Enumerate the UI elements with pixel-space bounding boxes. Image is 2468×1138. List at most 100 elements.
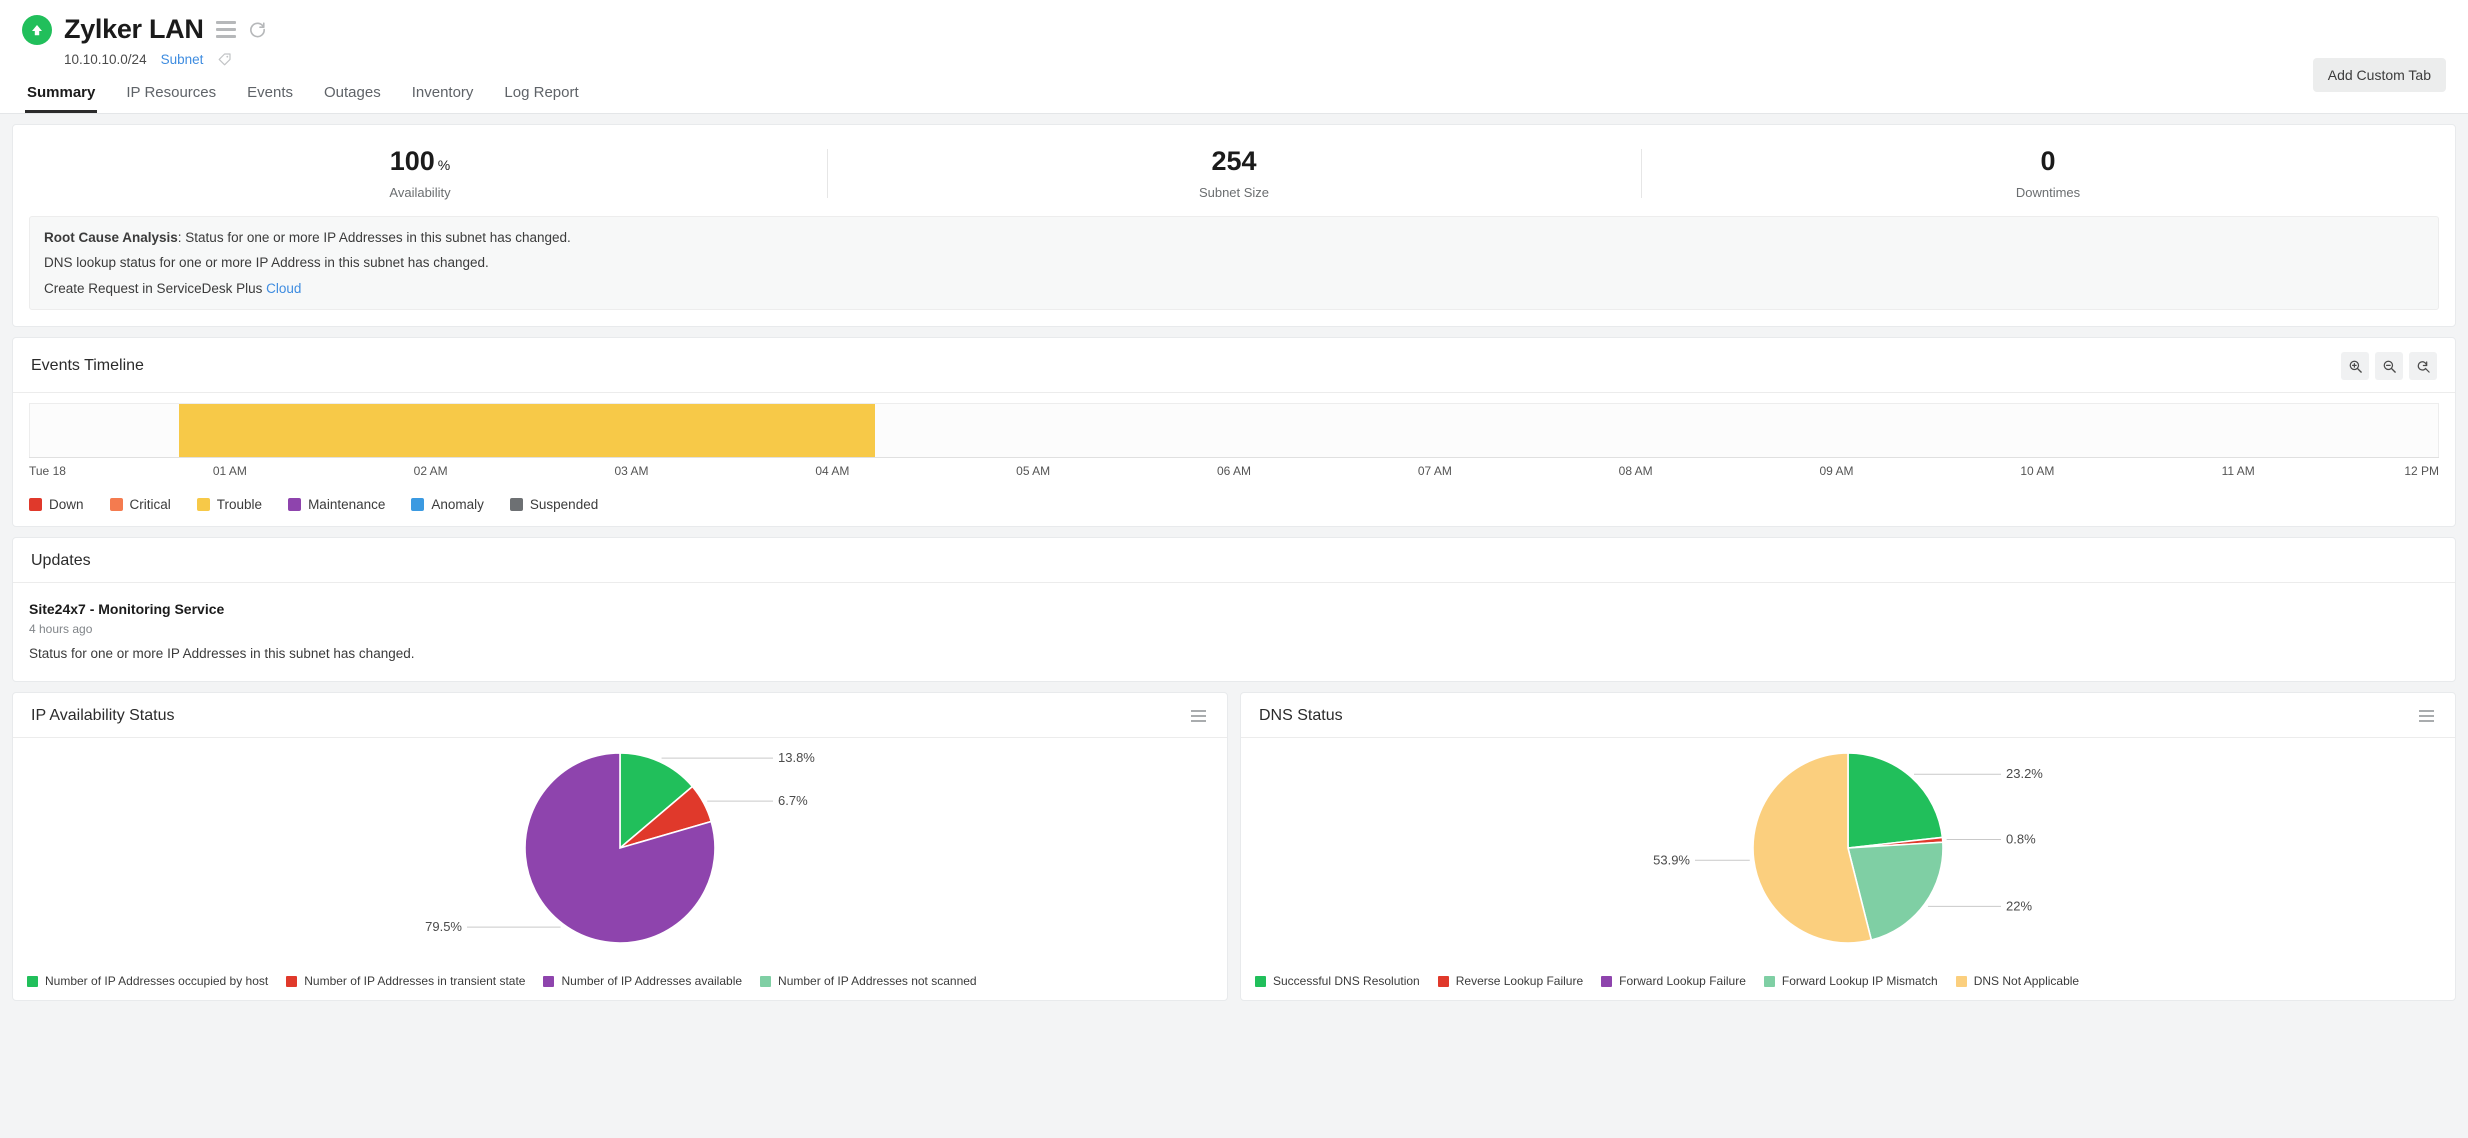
zoom-out-icon[interactable] xyxy=(2375,352,2403,381)
legend-item[interactable]: Forward Lookup Failure xyxy=(1601,974,1746,988)
tab-inventory[interactable]: Inventory xyxy=(410,80,476,113)
up-arrow-status-icon xyxy=(22,14,52,45)
pie-slice-label: 22% xyxy=(2006,899,2032,914)
legend-label: Successful DNS Resolution xyxy=(1273,974,1420,989)
list-item: Site24x7 - Monitoring Service 4 hours ag… xyxy=(29,601,2439,661)
pie-slice-label: 79.5% xyxy=(425,919,462,934)
legend-label: Number of IP Addresses occupied by host xyxy=(45,974,269,989)
legend-label: Number of IP Addresses available xyxy=(561,974,743,989)
ip-availability-legend: Number of IP Addresses occupied by host N… xyxy=(13,970,1227,1000)
tab-log-report[interactable]: Log Report xyxy=(502,80,580,113)
title-row: Zylker LAN xyxy=(22,14,2446,45)
legend-item[interactable]: Number of IP Addresses available xyxy=(543,974,742,988)
root-cause-analysis-box: Root Cause Analysis: Status for one or m… xyxy=(29,215,2439,311)
legend-swatch xyxy=(288,498,302,512)
tab-events[interactable]: Events xyxy=(245,80,295,113)
rca-line-3: Create Request in ServiceDesk Plus Cloud xyxy=(44,280,2424,298)
stat-unit: % xyxy=(437,157,451,173)
dns-status-pie[interactable]: 23.2% 0.8% 22% 53.9% xyxy=(1241,738,2455,970)
updates-title: Updates xyxy=(31,552,91,570)
pie-slice-label: 53.9% xyxy=(1653,853,1690,868)
kebab-menu-icon[interactable] xyxy=(2416,707,2437,725)
legend-item-suspended[interactable]: Suspended xyxy=(509,497,598,512)
stat-availability: 100% Availability xyxy=(13,146,827,200)
zoom-in-icon[interactable] xyxy=(2341,352,2369,381)
legend-item-anomaly[interactable]: Anomaly xyxy=(411,497,484,512)
tab-outages[interactable]: Outages xyxy=(322,80,383,113)
legend-item[interactable]: Number of IP Addresses in transient stat… xyxy=(286,974,525,988)
stat-label: Availability xyxy=(389,184,451,200)
legend-item-down[interactable]: Down xyxy=(29,497,84,512)
subnet-info-row: 10.10.10.0/24 Subnet xyxy=(64,51,2446,67)
subnet-type-link[interactable]: Subnet xyxy=(161,52,204,67)
pie-slice[interactable] xyxy=(1847,752,1944,850)
events-timeline-card: Events Timeline Tue 18 01 AM 02 AM 03 AM 04 … xyxy=(12,337,2456,528)
servicedesk-cloud-link[interactable]: Cloud xyxy=(266,281,301,296)
zoom-reset-icon[interactable] xyxy=(2409,352,2437,381)
rca-line-1-text: : Status for one or more IP Addresses in… xyxy=(177,229,571,245)
legend-item[interactable]: Reverse Lookup Failure xyxy=(1437,974,1583,988)
timeline-bar-trouble[interactable] xyxy=(179,404,876,458)
rca-label: Root Cause Analysis xyxy=(44,229,178,245)
legend-swatch xyxy=(760,975,772,987)
ip-availability-header: IP Availability Status xyxy=(13,693,1227,739)
pie-svg: 13.8% 6.7% 79.5% xyxy=(425,750,815,945)
timeline-tick: 08 AM xyxy=(1618,464,1653,479)
stat-value: 100% xyxy=(389,146,451,176)
tab-summary[interactable]: Summary xyxy=(25,80,98,113)
tab-ip-resources[interactable]: IP Resources xyxy=(124,80,218,113)
legend-label: Number of IP Addresses in transient stat… xyxy=(304,974,526,989)
stat-subnet-size: 254 Subnet Size xyxy=(827,146,1641,200)
pie-slice-label: 0.8% xyxy=(2006,832,2036,847)
tag-icon[interactable] xyxy=(217,51,233,67)
legend-item-critical[interactable]: Critical xyxy=(109,497,171,512)
legend-item-maintenance[interactable]: Maintenance xyxy=(288,497,385,512)
dns-status-card: DNS Status 23.2% 0.8% 22% 53.9% Successful … xyxy=(1240,692,2456,1002)
hamburger-menu-icon[interactable] xyxy=(215,19,236,40)
charts-row: IP Availability Status 13.8% 6.7% 79.5% Nu… xyxy=(0,682,2468,1002)
pie-slice-label: 23.2% xyxy=(2006,767,2043,782)
page-title: Zylker LAN xyxy=(64,14,204,44)
add-custom-tab-button[interactable]: Add Custom Tab xyxy=(2312,58,2446,92)
legend-swatch xyxy=(1437,975,1449,987)
timeline-body: Tue 18 01 AM 02 AM 03 AM 04 AM 05 AM 06 AM 07 A… xyxy=(13,393,2455,489)
update-timestamp: 4 hours ago xyxy=(29,622,93,637)
timeline-tick: 11 AM xyxy=(2221,464,2255,479)
legend-label: Anomaly xyxy=(431,497,484,513)
ip-availability-pie[interactable]: 13.8% 6.7% 79.5% xyxy=(13,738,1227,970)
rca-line-1: Root Cause Analysis: Status for one or m… xyxy=(44,229,2424,247)
page-header: Zylker LAN 10.10.10.0/24 Subnet Summary I… xyxy=(0,0,2468,113)
stat-label: Subnet Size xyxy=(1198,184,1270,200)
legend-label: Number of IP Addresses not scanned xyxy=(778,974,977,989)
pie-slice-label: 13.8% xyxy=(778,750,815,765)
timeline-tick: 03 AM xyxy=(614,464,649,479)
legend-item[interactable]: Successful DNS Resolution xyxy=(1255,974,1420,988)
refresh-icon[interactable] xyxy=(248,20,267,39)
legend-label: Maintenance xyxy=(308,497,386,513)
updates-card: Updates Site24x7 - Monitoring Service 4 … xyxy=(12,537,2456,683)
events-timeline-header: Events Timeline xyxy=(13,338,2455,394)
legend-item[interactable]: Number of IP Addresses occupied by host xyxy=(27,974,268,988)
header-divider xyxy=(0,113,2468,114)
legend-swatch xyxy=(1763,975,1775,987)
legend-item[interactable]: DNS Not Applicable xyxy=(1955,974,2080,989)
timeline-track[interactable] xyxy=(29,403,2439,458)
legend-label: Forward Lookup Failure xyxy=(1619,974,1746,989)
legend-swatch xyxy=(1255,975,1266,987)
dns-status-legend: Successful DNS Resolution Reverse Lookup … xyxy=(1241,970,2455,1000)
pie-slice-label: 6.7% xyxy=(778,793,808,808)
timeline-zoom-actions xyxy=(2341,352,2437,381)
legend-swatch xyxy=(1601,975,1613,987)
kebab-menu-icon[interactable] xyxy=(1188,707,1209,725)
legend-item[interactable]: Forward Lookup IP Mismatch xyxy=(1763,974,1938,988)
events-timeline-title: Events Timeline xyxy=(31,357,144,375)
legend-swatch xyxy=(109,498,123,512)
rca-line-2: DNS lookup status for one or more IP Add… xyxy=(44,255,489,271)
dns-status-header: DNS Status xyxy=(1241,693,2455,739)
legend-label: DNS Not Applicable xyxy=(1973,974,2080,989)
summary-stats-card: 100% Availability 254 Subnet Size 0 Downtimes… xyxy=(12,124,2456,328)
legend-item-trouble[interactable]: Trouble xyxy=(196,497,262,512)
timeline-tick: 09 AM xyxy=(1819,464,1854,479)
stat-label: Downtimes xyxy=(2015,184,2081,200)
legend-item[interactable]: Number of IP Addresses not scanned xyxy=(760,974,977,988)
